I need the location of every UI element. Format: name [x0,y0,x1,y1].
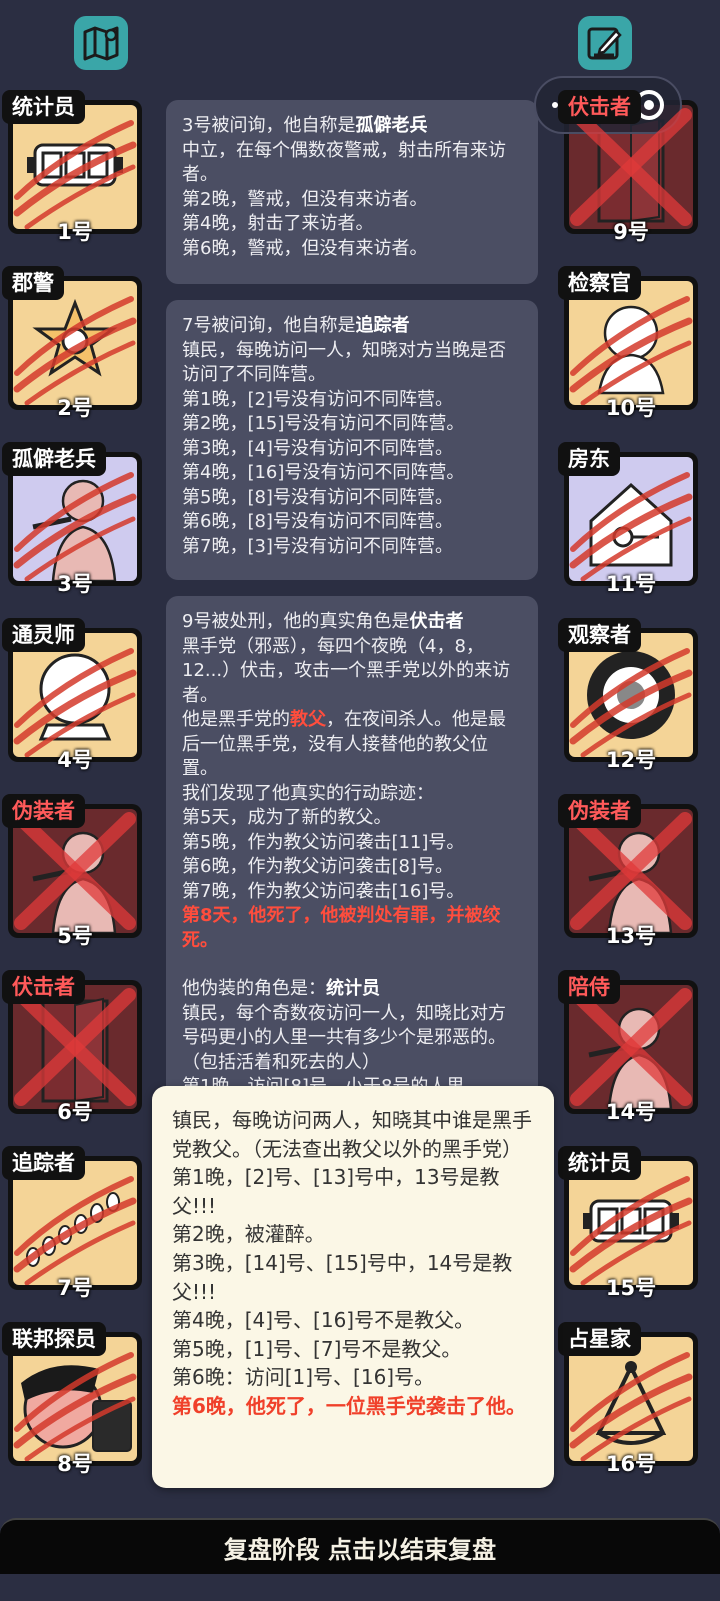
player-card[interactable]: 检察官 10号 [558,266,704,426]
popup-line: 第3晚，[14]号、[15]号中，14号是教父!!! [172,1250,513,1304]
player-card[interactable]: 孤僻老兵 3号 [2,442,148,602]
role-label: 伪装者 [2,794,85,828]
player-card[interactable]: 伪装者 5号 [2,794,148,954]
message-prefix: 3号被问询，他自称是 [182,115,356,136]
popup-line: 镇民，每晚访问两人，知晓其中谁是黑手党教父。（无法查出教父以外的黑手党） [172,1108,532,1161]
message-line: 第6晚，作为教父访问袭击[8]号。 [182,856,453,877]
role-label: 追踪者 [2,1146,85,1180]
message-line: 第5天，成为了新的教父。 [182,807,392,828]
popup-line: 第6晚：访问[1]号、[16]号。 [172,1365,435,1390]
player-number: 10号 [605,396,657,420]
player-number: 9号 [613,220,649,244]
player-card[interactable]: 伏击者 9号 [558,90,704,250]
message-line: 第2晚，[15]号没有访问不同阵营。 [182,413,465,434]
message-prefix: 7号被问询，他自称是 [182,315,356,336]
role-label: 统计员 [2,90,85,124]
player-number: 13号 [605,924,657,948]
message-line: 镇民，每晚访问一人，知晓对方当晚是否访问了不同阵营。 [182,339,506,386]
message-prefix: 9号被处刑，他的真实角色是 [182,611,410,632]
player-number: 8号 [57,1452,93,1476]
player-card[interactable]: 统计员 1号 [2,90,148,250]
player-card[interactable]: 追踪者 7号 [2,1146,148,1306]
player-number: 12号 [605,748,657,772]
player-number: 14号 [605,1100,657,1124]
end-review-button[interactable]: 复盘阶段 点击以结束复盘 [0,1518,720,1574]
map-icon [83,26,119,61]
role-label: 房东 [558,442,620,476]
role-label: 统计员 [558,1146,641,1180]
player-number: 2号 [57,396,93,420]
message-line: 镇民，每个奇数夜访问一人，知晓比对方号码更小的人里一共有多少个是邪恶的。（包括活… [182,1002,506,1073]
player-card[interactable]: 观察者 12号 [558,618,704,778]
message-line: 第7晚，[3]号没有访问不同阵营。 [182,535,453,557]
message-role: 孤僻老兵 [355,115,428,136]
role-label: 伏击者 [2,970,85,1004]
player-number: 1号 [57,220,93,244]
message-role: 追踪者 [355,315,410,336]
message-role: 伏击者 [409,611,464,632]
player-number: 3号 [57,572,93,596]
message-line: 第5晚，作为教父访问袭击[11]号。 [182,831,465,853]
message-line: 第4晚，[16]号没有访问不同阵营。 [182,462,465,483]
player-card[interactable]: 占星家 16号 [558,1322,704,1482]
message-line: 第6晚，[8]号没有访问不同阵营。 [182,511,453,532]
map-icon-button[interactable] [74,16,128,70]
message-line: 第4晚，射击了来访者。 [182,213,374,234]
popup-line: 第2晚，被灌醉。 [172,1222,325,1247]
player-card[interactable]: 陪侍 14号 [558,970,704,1130]
message-line: 我们发现了他真实的行动踪迹： [182,782,434,804]
message-role: 统计员 [326,978,380,999]
player-card[interactable]: 伏击者 6号 [2,970,148,1130]
popup-line: 第4晚，[4]号、[16]号不是教父。 [172,1308,475,1333]
godfather-role: 教父 [290,709,326,730]
message-line: 第1晚，[2]号没有访问不同阵营。 [182,388,453,410]
message-line: 黑手党（邪恶），每四个夜晚（4，8，12...）伏击，攻击一个黑手党以外的来访者… [182,635,511,706]
player-number: 4号 [57,748,93,772]
message-line: 他是黑手党的 [182,709,290,730]
message-line: 中立，在每个偶数夜警戒，射击所有来访者。 [182,139,506,186]
player-card[interactable]: 郡警 2号 [2,266,148,426]
player-card[interactable]: 联邦探员 8号 [2,1322,148,1482]
message-line: 第7晚，作为教父访问袭击[16]号。 [182,880,465,902]
notepad-button[interactable] [578,16,632,70]
role-label: 联邦探员 [2,1322,106,1356]
message-prefix: 他伪装的角色是： [182,978,326,999]
notepad-pen-icon [587,27,622,60]
message-card: 3号被问询，他自称是孤僻老兵 中立，在每个偶数夜警戒，射击所有来访者。 第2晚，… [166,100,538,284]
message-line: 第6晚，警戒，但没有来访者。 [182,237,428,259]
role-label: 检察官 [558,266,641,300]
role-label: 孤僻老兵 [2,442,106,476]
player-number: 11号 [605,572,657,596]
role-label: 郡警 [2,266,64,300]
player-number: 7号 [57,1276,93,1300]
end-review-label: 复盘阶段 点击以结束复盘 [223,1535,497,1564]
player-card[interactable]: 伪装者 13号 [558,794,704,954]
popup-line: 第5晚，[1]号、[7]号不是教父。 [172,1336,462,1361]
player-card[interactable]: 统计员 15号 [558,1146,704,1306]
player-number: 6号 [57,1100,93,1124]
player-number: 16号 [605,1452,657,1476]
message-card: 7号被问询，他自称是追踪者 镇民，每晚访问一人，知晓对方当晚是否访问了不同阵营。… [166,300,538,580]
message-line: 第2晚，警戒，但没有来访者。 [182,188,428,210]
player-card[interactable]: 房东 11号 [558,442,704,602]
role-label: 伪装者 [558,794,641,828]
role-label: 陪侍 [558,970,620,1004]
role-label: 伏击者 [558,90,641,124]
role-label: 通灵师 [2,618,85,652]
message-line: 第5晚，[8]号没有访问不同阵营。 [182,486,453,508]
role-label: 占星家 [558,1322,641,1356]
role-label: 观察者 [558,618,641,652]
popup-death-notice: 第6晚，他死了，一位黑手党袭击了他。 [172,1393,526,1418]
message-line: 第3晚，[4]号没有访问不同阵营。 [182,437,453,459]
message-card: 9号被处刑，他的真实角色是伏击者 黑手党（邪恶），每四个夜晚（4，8，12...… [166,596,538,1116]
popup-line: 第1晚，[2]号、[13]号中，13号是教父!!! [172,1165,500,1218]
player-card[interactable]: 通灵师 4号 [2,618,148,778]
player-number: 15号 [605,1276,657,1300]
death-notice: 第8天，他死了，他被判处有罪，并被绞死。 [182,905,501,951]
player-number: 5号 [57,924,93,948]
role-info-popup[interactable]: 镇民，每晚访问两人，知晓其中谁是黑手党教父。（无法查出教父以外的黑手党） 第1晚… [152,1086,554,1488]
